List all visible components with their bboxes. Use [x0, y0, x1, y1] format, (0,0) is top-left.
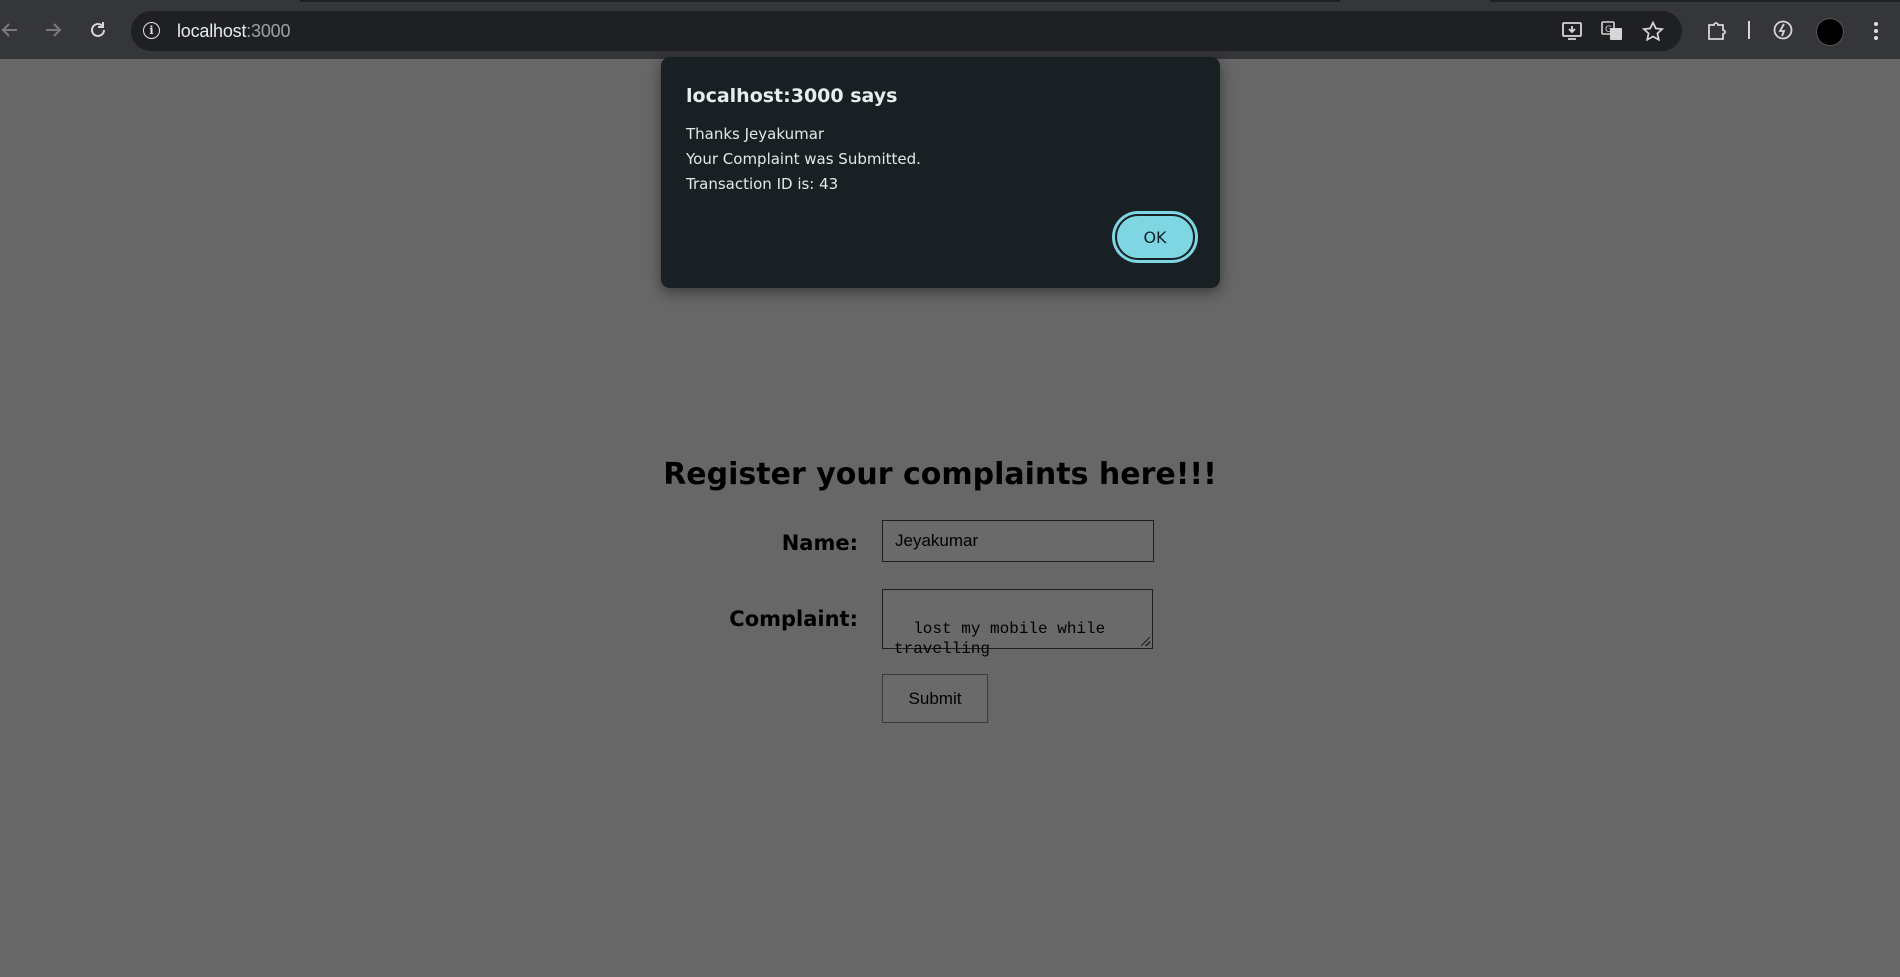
- star-icon[interactable]: [1641, 20, 1665, 42]
- ok-button[interactable]: OK: [1115, 214, 1195, 260]
- alert-dialog: localhost:3000 says Thanks Jeyakumar You…: [661, 57, 1220, 288]
- back-button[interactable]: [0, 16, 24, 44]
- dialog-title: localhost:3000 says: [686, 85, 898, 107]
- avatar[interactable]: [1816, 18, 1844, 46]
- arrow-right-icon: [46, 23, 62, 37]
- name-input[interactable]: Jeyakumar: [882, 520, 1154, 562]
- dialog-message-line: Your Complaint was Submitted.: [686, 150, 921, 168]
- tab-strip-edge: [1490, 0, 1900, 2]
- forward-button[interactable]: [39, 16, 67, 44]
- complaint-label: Complaint:: [729, 607, 858, 631]
- kebab-menu-icon[interactable]: [1866, 18, 1886, 44]
- complaint-textarea[interactable]: lost my mobile while travelling: [882, 589, 1153, 658]
- complaint-text: lost my mobile while travelling: [894, 620, 1106, 658]
- install-app-icon[interactable]: [1560, 20, 1584, 42]
- performance-icon[interactable]: [1770, 17, 1796, 43]
- browser-toolbar: i localhost:3000 G: [0, 0, 1900, 59]
- dialog-message-line: Transaction ID is: 43: [686, 175, 839, 193]
- dialog-message-line: Thanks Jeyakumar: [686, 125, 825, 143]
- puzzle-icon[interactable]: [1704, 17, 1730, 43]
- page-title: Register your complaints here!!!: [663, 457, 1217, 492]
- info-icon[interactable]: i: [143, 22, 160, 39]
- arrow-left-icon: [1, 23, 17, 37]
- toolbar-separator: [1748, 21, 1750, 39]
- reload-button[interactable]: [84, 16, 112, 44]
- name-label: Name:: [781, 531, 858, 555]
- svg-text:G: G: [1605, 25, 1612, 35]
- reload-icon: [91, 22, 105, 37]
- url-text[interactable]: localhost:3000: [177, 21, 290, 42]
- translate-icon[interactable]: G: [1600, 20, 1624, 42]
- resize-grip[interactable]: [1141, 637, 1150, 646]
- tab-strip-edge: [300, 0, 1340, 2]
- submit-button[interactable]: Submit: [882, 674, 988, 723]
- address-bar[interactable]: i localhost:3000 G: [131, 11, 1682, 51]
